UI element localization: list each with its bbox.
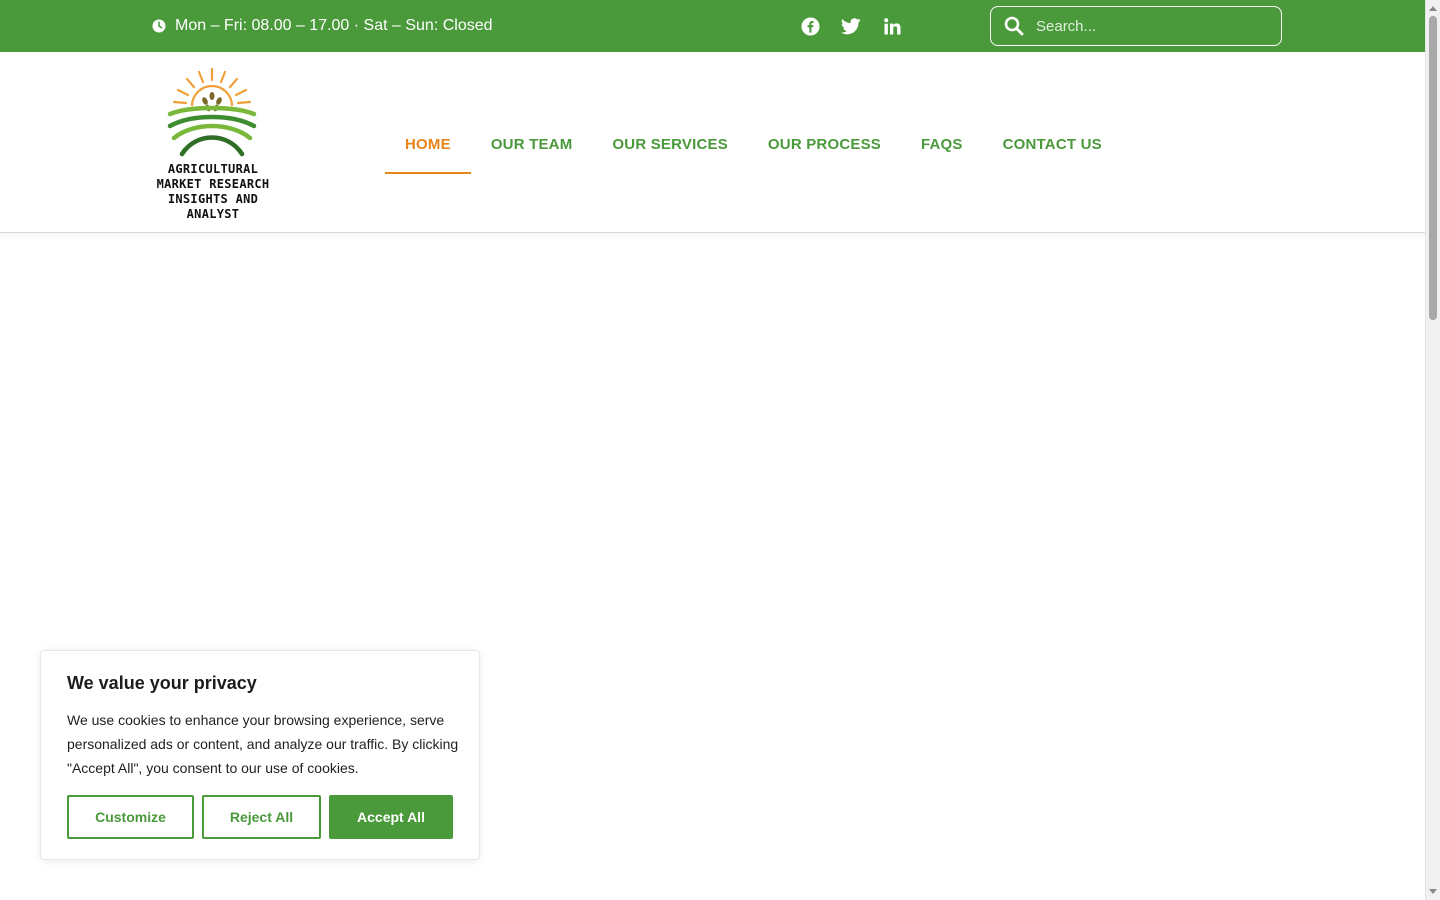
scroll-up-arrow-icon[interactable] (1429, 6, 1437, 11)
clock-icon (152, 19, 166, 33)
cookie-title: We value your privacy (67, 673, 257, 693)
search-icon[interactable] (1004, 16, 1024, 36)
nav-our-services[interactable]: OUR SERVICES (592, 114, 748, 174)
customize-button[interactable]: Customize (67, 795, 194, 839)
twitter-icon[interactable] (839, 14, 863, 38)
main-nav: HOME OUR TEAM OUR SERVICES OUR PROCESS F… (385, 114, 1122, 174)
reject-all-button[interactable]: Reject All (202, 795, 321, 839)
accept-all-button[interactable]: Accept All (329, 795, 453, 839)
search-input[interactable] (1036, 11, 1266, 41)
site-logo[interactable]: AGRICULTURAL MARKET RESEARCH INSIGHTS AN… (150, 66, 276, 222)
page-scrollbar[interactable] (1425, 0, 1440, 900)
cookie-message: We use cookies to enhance your browsing … (67, 712, 459, 776)
nav-our-process[interactable]: OUR PROCESS (748, 114, 901, 174)
logo-sun-fields-icon (167, 67, 257, 157)
linkedin-icon[interactable] (880, 14, 904, 38)
facebook-icon[interactable] (798, 14, 822, 38)
scroll-down-arrow-icon[interactable] (1429, 889, 1437, 894)
search-box (990, 6, 1282, 46)
nav-faqs[interactable]: FAQS (901, 114, 983, 174)
site-header: AGRICULTURAL MARKET RESEARCH INSIGHTS AN… (0, 52, 1425, 233)
business-hours: Mon – Fri: 08.00 – 17.00 · Sat – Sun: Cl… (152, 15, 493, 37)
cookie-consent-banner: We value your privacy We use cookies to … (40, 650, 480, 860)
scroll-thumb[interactable] (1429, 16, 1437, 320)
nav-our-team[interactable]: OUR TEAM (471, 114, 593, 174)
logo-text: AGRICULTURAL MARKET RESEARCH INSIGHTS AN… (156, 162, 270, 221)
business-hours-text: Mon – Fri: 08.00 – 17.00 · Sat – Sun: Cl… (175, 17, 493, 34)
top-bar: Mon – Fri: 08.00 – 17.00 · Sat – Sun: Cl… (0, 0, 1425, 52)
nav-home[interactable]: HOME (385, 114, 471, 174)
nav-contact-us[interactable]: CONTACT US (983, 114, 1122, 174)
